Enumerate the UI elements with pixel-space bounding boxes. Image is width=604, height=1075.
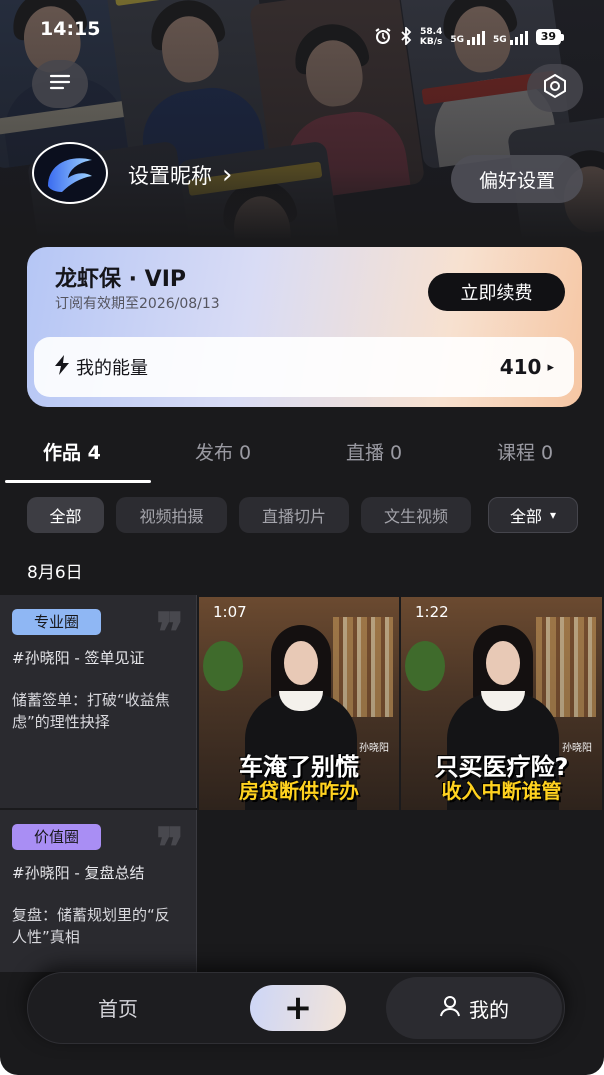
- filter-live-clips[interactable]: 直播切片: [239, 497, 349, 533]
- tab-live[interactable]: 直播 0: [346, 438, 402, 465]
- lightning-icon: [54, 355, 70, 379]
- vip-card: 龙虾保 · VIP 订阅有效期至2026/08/13 立即续费 我的能量 410…: [27, 247, 582, 407]
- avatar[interactable]: [32, 142, 108, 204]
- tab-works[interactable]: 作品 4: [43, 438, 101, 465]
- preferences-button[interactable]: 偏好设置: [451, 155, 583, 203]
- battery-icon: 39: [535, 29, 564, 45]
- chevron-right-icon: ›: [222, 160, 233, 190]
- tab-courses[interactable]: 课程 0: [497, 438, 553, 465]
- status-time: 14:15: [40, 18, 101, 40]
- scan-icon: [542, 73, 568, 103]
- nav-mine-label: 我的: [469, 997, 509, 1022]
- play-arrow-icon: ▸: [547, 359, 554, 375]
- video-thumbnail[interactable]: 1:07 孙晓阳 车淹了别慌 房贷断供咋办: [199, 597, 399, 810]
- create-button[interactable]: +: [250, 985, 346, 1031]
- status-icons: 58.4 KB/s 5G 5G 39: [374, 18, 564, 56]
- video-thumbnail[interactable]: 1:22 孙晓阳 只买医疗险? 收入中断谁管: [401, 597, 602, 810]
- filter-dropdown[interactable]: 全部 ▾: [488, 497, 578, 533]
- video-duration: 1:07: [213, 603, 247, 621]
- plus-icon: +: [283, 988, 313, 1028]
- energy-value: 410: [499, 355, 542, 379]
- quote-icon: ❞: [156, 602, 184, 663]
- bottom-navigation: 首页 + 我的: [27, 972, 565, 1044]
- shrimp-logo-icon: [48, 158, 92, 192]
- vip-title: 龙虾保 · VIP: [55, 267, 187, 292]
- signal-icon: 5G: [493, 29, 528, 45]
- status-bar: 14:15 58.4 KB/s 5G 5G 39: [0, 0, 604, 56]
- energy-row[interactable]: 我的能量 410 ▸: [34, 337, 574, 397]
- nav-home[interactable]: 首页: [98, 993, 138, 1022]
- content-tabs: 作品 4 发布 0 直播 0 课程 0: [0, 430, 604, 484]
- net-speed: 58.4 KB/s: [419, 27, 443, 47]
- bluetooth-icon: [400, 25, 412, 48]
- caret-down-icon: ▾: [549, 508, 557, 522]
- circle-badge: 价值圈: [12, 824, 102, 850]
- text-post-card[interactable]: ❞ 专业圈 #孙晓阳 - 签单见证 储蓄签单：打破“收益焦虑”的理性抉择: [0, 595, 197, 808]
- menu-icon: [49, 74, 71, 94]
- menu-button[interactable]: [32, 60, 88, 108]
- filter-dropdown-label: 全部: [509, 507, 542, 526]
- filter-video-shooting[interactable]: 视频拍摄: [116, 497, 227, 533]
- filter-text-to-video[interactable]: 文生视频: [361, 497, 471, 533]
- date-group-label: 8月6日: [27, 563, 83, 583]
- video-caption-sub: 收入中断谁管: [441, 779, 562, 803]
- renew-button[interactable]: 立即续费: [428, 273, 565, 311]
- user-icon: [439, 995, 461, 1022]
- post-description: 储蓄签单：打破“收益焦虑”的理性抉择: [12, 691, 170, 731]
- post-description: 复盘：储蓄规划里的“反人性”真相: [12, 906, 170, 946]
- profile-screen: 14:15 58.4 KB/s 5G 5G 39 设置昵称 › 偏好设置 龙虾保…: [0, 0, 604, 1075]
- nav-mine[interactable]: 我的: [386, 977, 562, 1039]
- filter-all[interactable]: 全部: [27, 497, 104, 533]
- signal-icon: 5G: [450, 29, 486, 45]
- circle-badge: 专业圈: [12, 609, 102, 635]
- quote-icon: ❞: [156, 817, 184, 878]
- tab-publish[interactable]: 发布 0: [195, 438, 251, 465]
- video-duration: 1:22: [415, 603, 449, 621]
- energy-label: 我的能量: [76, 358, 148, 379]
- text-post-card[interactable]: ❞ 价值圈 #孙晓阳 - 复盘总结 复盘：储蓄规划里的“反人性”真相: [0, 810, 197, 972]
- vip-expiry: 订阅有效期至2026/08/13: [55, 296, 220, 312]
- scan-button[interactable]: [527, 64, 583, 112]
- video-caption-sub: 房贷断供咋办: [239, 779, 359, 803]
- set-nickname-link[interactable]: 设置昵称 ›: [128, 160, 232, 190]
- tab-active-indicator: [5, 480, 151, 483]
- alarm-icon: [374, 27, 392, 48]
- nickname-label: 设置昵称: [128, 164, 212, 188]
